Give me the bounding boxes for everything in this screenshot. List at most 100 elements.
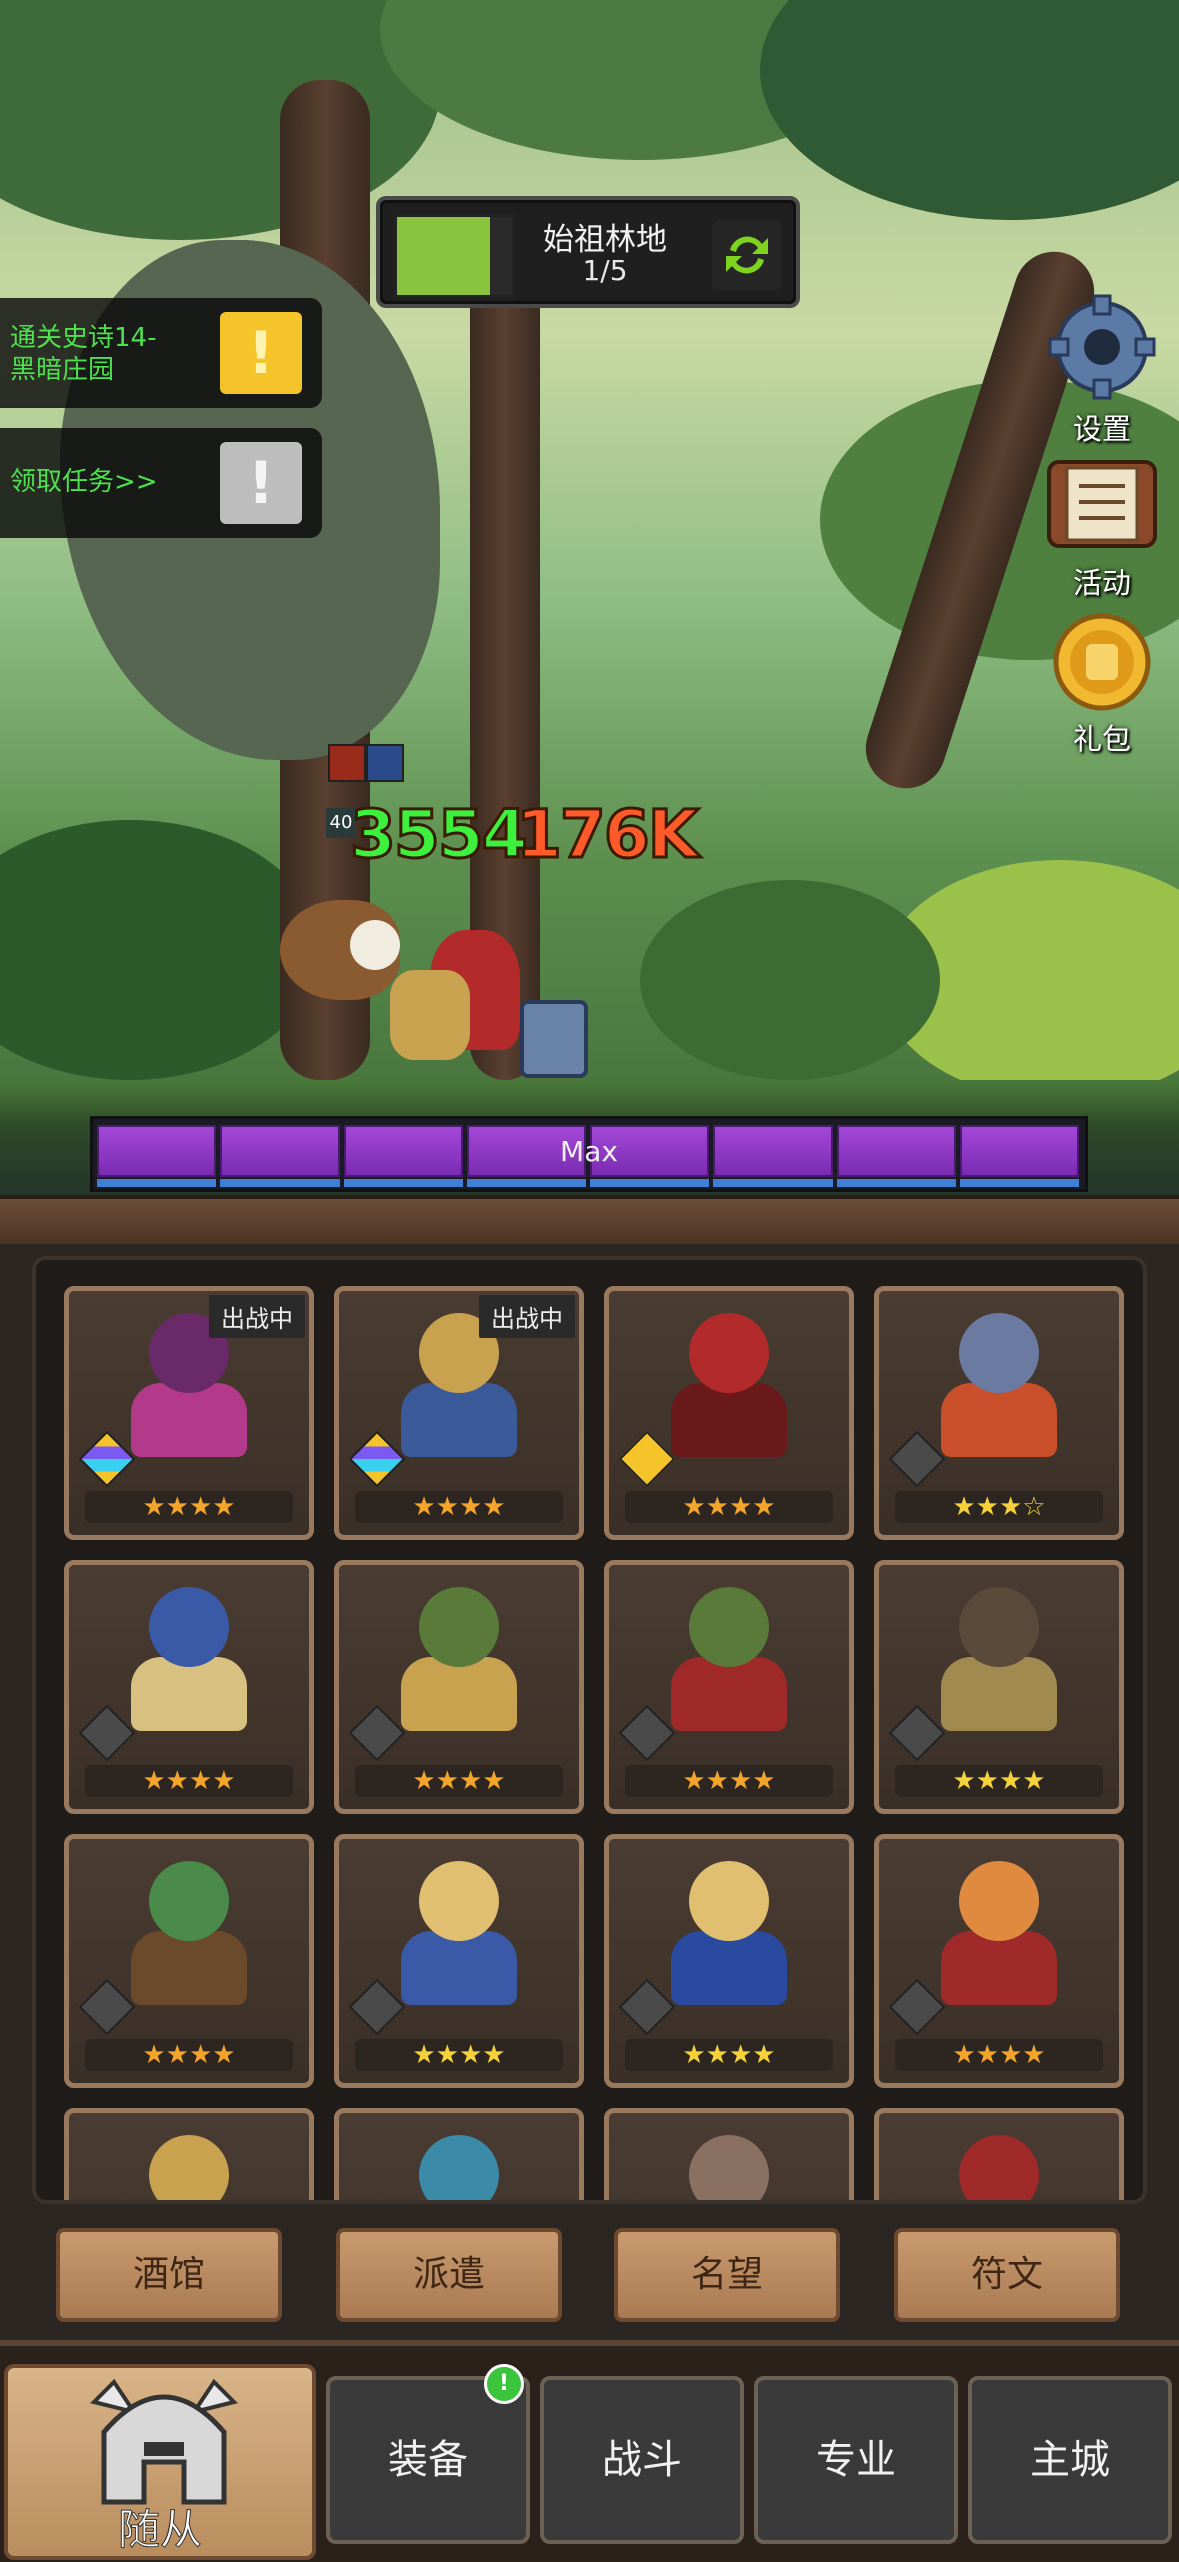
follower-head bbox=[419, 2135, 499, 2200]
follower-card[interactable]: ★★★☆ bbox=[874, 1286, 1124, 1540]
reputation-button[interactable]: 名望 bbox=[614, 2228, 840, 2322]
tab-profession[interactable]: 专业 bbox=[754, 2376, 958, 2544]
bottom-nav: 随从 装备 ! 战斗 专业 主城 bbox=[0, 2340, 1179, 2562]
star-rating: ★★★☆ bbox=[895, 1491, 1103, 1523]
follower-card[interactable]: ★★★★ bbox=[874, 1560, 1124, 1814]
hero-armor-icon bbox=[390, 970, 470, 1060]
follower-card[interactable]: 出战中 ★★★★ bbox=[334, 1286, 584, 1540]
quest-epic-line2: 黑暗庄园 bbox=[10, 355, 115, 385]
follower-body bbox=[671, 1657, 787, 1731]
follower-card[interactable]: ★★★★ bbox=[604, 1834, 854, 2088]
follower-head bbox=[689, 2135, 769, 2200]
follower-card[interactable] bbox=[334, 2108, 584, 2200]
follower-portrait bbox=[81, 2125, 297, 2200]
zone-progress: 1/5 bbox=[582, 254, 628, 287]
follower-body bbox=[131, 1931, 247, 2005]
follower-portrait bbox=[891, 2125, 1107, 2200]
bush bbox=[0, 820, 320, 1080]
tab-profession-label: 专业 bbox=[816, 2437, 896, 2483]
max-bar-sub-segment bbox=[959, 1179, 1079, 1187]
tab-battle[interactable]: 战斗 bbox=[540, 2376, 744, 2544]
refresh-icon[interactable] bbox=[712, 220, 782, 290]
zone-progress-fill bbox=[394, 214, 496, 298]
follower-card[interactable]: ★★★★ bbox=[604, 1286, 854, 1540]
tab-equipment-label: 装备 bbox=[388, 2437, 468, 2483]
canopy bbox=[0, 0, 440, 240]
canopy bbox=[760, 0, 1179, 220]
zone-panel[interactable]: 始祖林地 1/5 bbox=[376, 196, 800, 308]
quest-accept-label: 领取任务>> bbox=[10, 467, 158, 497]
follower-body bbox=[671, 1931, 787, 2005]
hammer-icon bbox=[520, 1000, 588, 1078]
tab-main-city[interactable]: 主城 bbox=[968, 2376, 1172, 2544]
star-rating: ★★★★ bbox=[355, 2039, 563, 2071]
star-rating: ★★★★ bbox=[355, 1765, 563, 1797]
star-rating: ★★★★ bbox=[895, 1765, 1103, 1797]
max-bar-sub-segment bbox=[836, 1179, 956, 1187]
activity-button[interactable]: 活动 bbox=[1037, 452, 1167, 602]
activity-label: 活动 bbox=[1072, 566, 1131, 600]
gift-label: 礼包 bbox=[1072, 722, 1131, 756]
follower-head bbox=[959, 1313, 1039, 1393]
tab-main-city-label: 主城 bbox=[1030, 2437, 1110, 2483]
buff-icon bbox=[328, 744, 366, 782]
max-bar-sub-segment bbox=[97, 1179, 217, 1187]
star-rating: ★★★★ bbox=[85, 1765, 293, 1797]
follower-card[interactable] bbox=[64, 2108, 314, 2200]
follower-head bbox=[959, 2135, 1039, 2200]
follower-head bbox=[419, 1861, 499, 1941]
helmet-icon bbox=[90, 2378, 238, 2505]
follower-card[interactable] bbox=[874, 2108, 1124, 2200]
tavern-button[interactable]: 酒馆 bbox=[56, 2228, 282, 2322]
star-rating: ★★★★ bbox=[85, 2039, 293, 2071]
zone-progress-track bbox=[490, 214, 515, 298]
exclamation-icon: ! bbox=[220, 312, 302, 394]
follower-body bbox=[941, 1931, 1057, 2005]
follower-card[interactable]: ★★★★ bbox=[604, 1560, 854, 1814]
follower-card[interactable] bbox=[604, 2108, 854, 2200]
follower-card[interactable]: ★★★★ bbox=[64, 1560, 314, 1814]
tab-battle-label: 战斗 bbox=[602, 2437, 682, 2483]
max-bar-sub-segment bbox=[220, 1179, 340, 1187]
follower-head bbox=[689, 1587, 769, 1667]
gift-coin-icon bbox=[1053, 613, 1151, 711]
follower-body bbox=[131, 1383, 247, 1457]
follower-card[interactable]: ★★★★ bbox=[874, 1834, 1124, 2088]
zone-name: 始祖林地 bbox=[543, 222, 667, 258]
star-rating: ★★★★ bbox=[85, 1491, 293, 1523]
follower-body bbox=[941, 1657, 1057, 1731]
max-bar-sub-segment bbox=[466, 1179, 586, 1187]
follower-head bbox=[959, 1587, 1039, 1667]
rune-button[interactable]: 符文 bbox=[894, 2228, 1120, 2322]
star-rating: ★★★★ bbox=[355, 1491, 563, 1523]
gift-button[interactable]: 礼包 bbox=[1037, 612, 1167, 758]
follower-card[interactable]: ★★★★ bbox=[334, 1560, 584, 1814]
follower-card[interactable]: 出战中 ★★★★ bbox=[64, 1286, 314, 1540]
battle-scene: 40 3554 176K bbox=[0, 0, 1179, 1195]
follower-head bbox=[959, 1861, 1039, 1941]
quest-epic[interactable]: 通关史诗14- 黑暗庄园 ! bbox=[0, 298, 322, 408]
follower-card[interactable]: ★★★★ bbox=[64, 1834, 314, 2088]
settings-label: 设置 bbox=[1072, 412, 1131, 446]
follower-card[interactable]: ★★★★ bbox=[334, 1834, 584, 2088]
hero-group bbox=[280, 880, 640, 1100]
dispatch-button[interactable]: 派遣 bbox=[336, 2228, 562, 2322]
follower-head bbox=[149, 1587, 229, 1667]
quest-accept[interactable]: 领取任务>> ! bbox=[0, 428, 322, 538]
tab-followers[interactable]: 随从 bbox=[4, 2364, 316, 2560]
follower-body bbox=[131, 1657, 247, 1731]
star-rating: ★★★★ bbox=[625, 1765, 833, 1797]
max-bar-sub-segment bbox=[590, 1179, 710, 1187]
settings-button[interactable]: 设置 bbox=[1037, 292, 1167, 448]
star-rating: ★★★★ bbox=[625, 2039, 833, 2071]
follower-body bbox=[941, 1383, 1057, 1457]
max-bar: Max bbox=[90, 1116, 1088, 1192]
star-rating: ★★★★ bbox=[625, 1491, 833, 1523]
follower-body bbox=[401, 1931, 517, 2005]
griffin-head-icon bbox=[350, 920, 400, 970]
follower-grid[interactable]: 出战中 ★★★★ 出战中 ★★★★ ★★★★ ★★★☆ ★★★★ ★★★★ ★★★★ ★★★★ ★★… bbox=[32, 1256, 1147, 2204]
follower-head bbox=[149, 2135, 229, 2200]
quest-epic-line1: 通关史诗14- bbox=[10, 323, 157, 353]
scroll-icon bbox=[1047, 460, 1157, 548]
follower-body bbox=[401, 1657, 517, 1731]
